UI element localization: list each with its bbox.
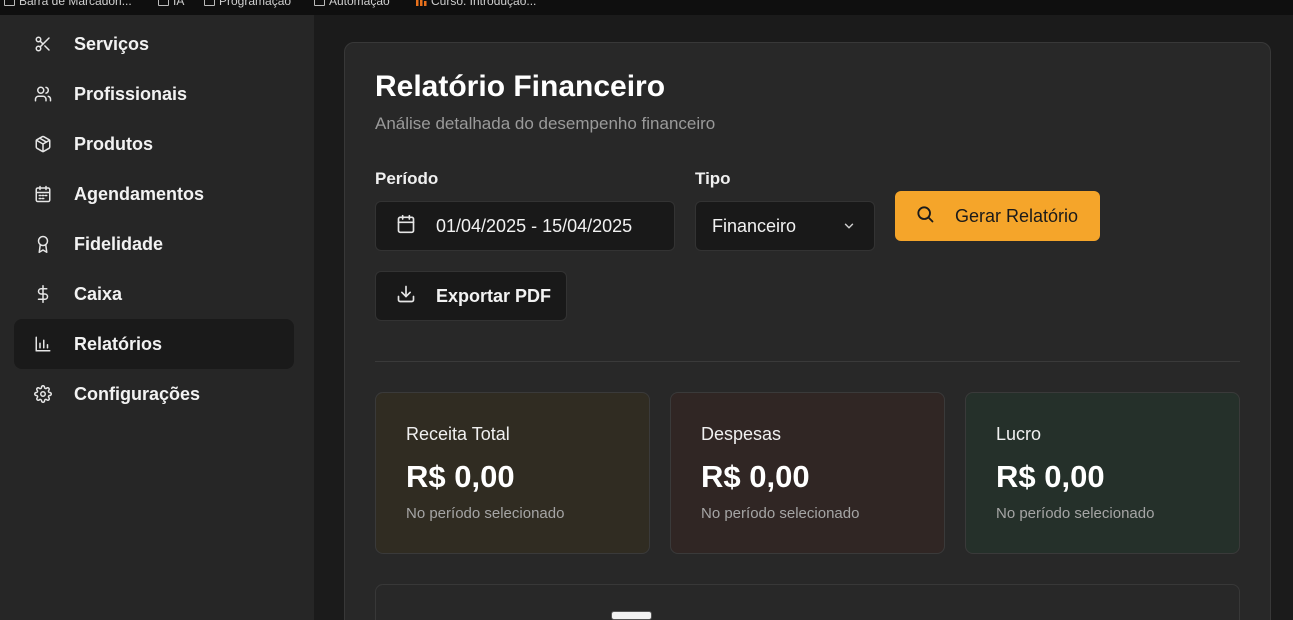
export-pdf-label: Exportar PDF: [436, 285, 552, 306]
stat-note: No período selecionado: [701, 505, 860, 522]
sidebar-item-fidelidade[interactable]: Fidelidade: [14, 219, 294, 269]
stat-label: Receita Total: [406, 424, 510, 444]
folder-icon: [314, 0, 325, 6]
search-icon: [915, 204, 935, 229]
folder-icon: [4, 0, 15, 6]
sidebar-item-label: Relatórios: [74, 333, 163, 354]
chart-bars-icon: [416, 0, 427, 6]
stat-value: R$ 0,00: [406, 459, 515, 494]
sidebar-item-profissionais[interactable]: Profissionais: [14, 69, 294, 119]
dollar-icon: [34, 285, 52, 303]
stat-card-lucro: Lucro R$ 0,00 No período selecionado: [965, 392, 1240, 554]
sidebar-item-label: Profissionais: [74, 83, 188, 104]
sidebar-item-label: Serviços: [74, 33, 150, 54]
bar-chart-icon: [34, 335, 52, 353]
bookmark-item[interactable]: Barra de Marcadori...: [4, 0, 132, 8]
sidebar-item-configuracoes[interactable]: Configurações: [14, 369, 294, 419]
package-icon: [34, 135, 52, 153]
calendar-icon: [396, 214, 416, 239]
download-icon: [396, 284, 416, 309]
sidebar: Serviços Profissionais Produtos Agendame…: [0, 15, 314, 620]
scissors-icon: [34, 35, 52, 53]
stat-card-despesas: Despesas R$ 0,00 No período selecionado: [670, 392, 945, 554]
stat-label: Lucro: [996, 424, 1042, 444]
stat-value: R$ 0,00: [701, 459, 810, 494]
sidebar-item-produtos[interactable]: Produtos: [14, 119, 294, 169]
page-subtitle: Análise detalhada do desempenho financei…: [375, 114, 716, 133]
divider: [375, 361, 1240, 362]
calendar-icon: [34, 185, 52, 203]
stat-note: No período selecionado: [406, 505, 565, 522]
sidebar-item-label: Produtos: [74, 133, 153, 154]
bookmark-item[interactable]: Automação: [314, 0, 390, 8]
stat-value: R$ 0,00: [996, 459, 1105, 494]
generate-report-label: Gerar Relatório: [955, 205, 1079, 226]
folder-icon: [204, 0, 215, 6]
stat-note: No período selecionado: [996, 505, 1155, 522]
page-title: Relatório Financeiro: [375, 70, 666, 103]
bookmark-item[interactable]: Programação: [204, 0, 291, 8]
award-icon: [34, 235, 52, 253]
sidebar-item-label: Fidelidade: [74, 233, 164, 254]
period-label: Período: [375, 169, 439, 188]
period-value: 01/04/2025 - 15/04/2025: [436, 215, 633, 236]
sidebar-item-label: Configurações: [74, 383, 201, 404]
stat-card-receita: Receita Total R$ 0,00 No período selecio…: [375, 392, 650, 554]
users-icon: [34, 85, 52, 103]
sidebar-item-relatorios[interactable]: Relatórios: [14, 319, 294, 369]
folder-icon: [158, 0, 169, 6]
sidebar-item-servicos[interactable]: Serviços: [14, 19, 294, 69]
bookmark-item[interactable]: Curso: Introdução...: [416, 0, 536, 8]
sidebar-item-label: Agendamentos: [74, 183, 205, 204]
period-date-range-picker[interactable]: 01/04/2025 - 15/04/2025: [375, 201, 675, 251]
type-label: Tipo: [695, 169, 731, 188]
sidebar-item-label: Caixa: [74, 283, 123, 304]
export-pdf-button[interactable]: Exportar PDF: [375, 271, 567, 321]
gear-icon: [34, 385, 52, 403]
type-value: Financeiro: [712, 215, 797, 236]
sidebar-item-caixa[interactable]: Caixa: [14, 269, 294, 319]
bookmarks-bar: Barra de Marcadori... IA Programação Aut…: [0, 0, 1293, 15]
chevron-down-icon: [842, 219, 856, 238]
bookmark-item[interactable]: IA: [158, 0, 184, 8]
floating-chip: [611, 611, 652, 620]
sidebar-item-agendamentos[interactable]: Agendamentos: [14, 169, 294, 219]
type-select[interactable]: Financeiro: [695, 201, 875, 251]
generate-report-button[interactable]: Gerar Relatório: [895, 191, 1100, 241]
stat-label: Despesas: [701, 424, 782, 444]
chart-section-card: [375, 584, 1240, 620]
